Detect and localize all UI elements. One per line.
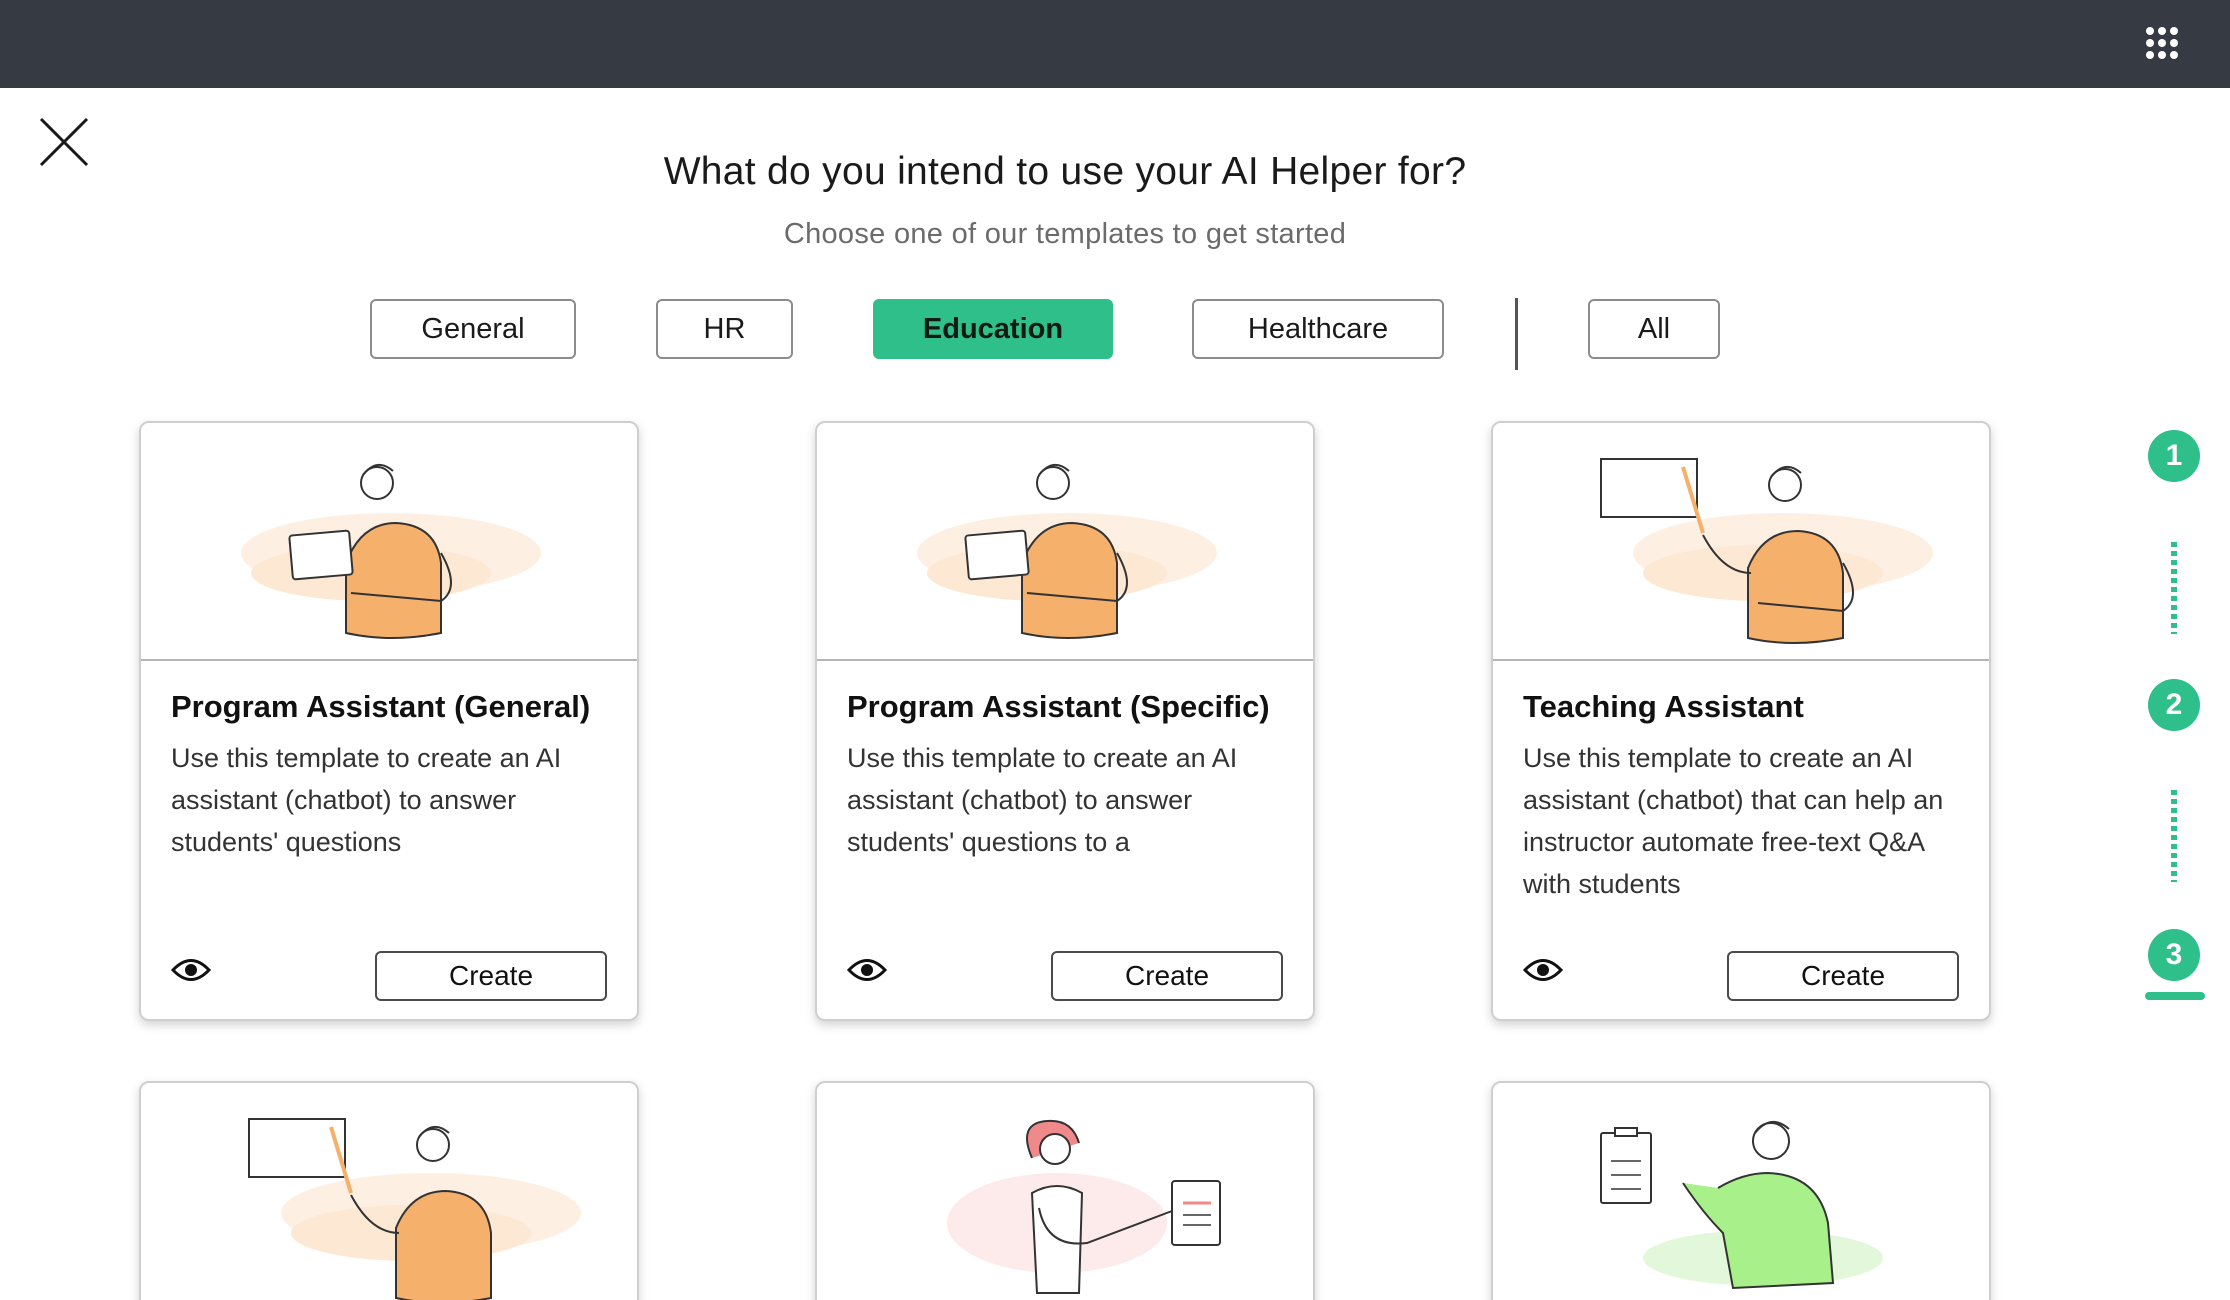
filter-general[interactable]: General (370, 299, 576, 359)
template-card-program-assistant-specific[interactable]: Program Assistant (Specific) Use this te… (815, 421, 1315, 1021)
step-connector (2171, 542, 2177, 634)
template-card-row2-1[interactable] (139, 1081, 639, 1300)
card-description: Use this template to create an AI assist… (1523, 743, 1944, 899)
card-illustration (817, 1083, 1313, 1300)
filter-all[interactable]: All (1588, 299, 1720, 359)
template-card-row2-2[interactable] (815, 1081, 1315, 1300)
card-illustration (141, 423, 637, 661)
card-illustration (817, 423, 1313, 661)
top-bar (0, 0, 2230, 88)
apps-grid-icon[interactable] (2146, 27, 2178, 59)
step-3[interactable]: 3 (2148, 929, 2200, 981)
eye-icon[interactable] (170, 955, 212, 985)
card-title: Program Assistant (Specific) (847, 689, 1270, 724)
card-illustration (1493, 423, 1989, 661)
filter-divider (1515, 298, 1518, 370)
eye-icon[interactable] (1522, 955, 1564, 985)
card-illustration (1493, 1083, 1989, 1300)
page-subtitle: Choose one of our templates to get start… (783, 218, 1347, 250)
template-card-program-assistant-general[interactable]: Program Assistant (General) Use this tem… (139, 421, 639, 1021)
create-button[interactable]: Create (1051, 951, 1283, 1001)
card-description: Use this template to create an AI assist… (847, 743, 1238, 857)
card-illustration (141, 1083, 637, 1300)
page-title: What do you intend to use your AI Helper… (663, 150, 1467, 193)
active-step-indicator (2145, 992, 2205, 1000)
filter-education[interactable]: Education (873, 299, 1113, 359)
template-card-teaching-assistant[interactable]: Teaching Assistant Use this template to … (1491, 421, 1991, 1021)
card-description: Use this template to create an AI assist… (171, 743, 562, 857)
filter-hr[interactable]: HR (656, 299, 793, 359)
create-button[interactable]: Create (1727, 951, 1959, 1001)
template-card-row2-3[interactable] (1491, 1081, 1991, 1300)
card-title: Program Assistant (General) (171, 689, 591, 724)
create-button[interactable]: Create (375, 951, 607, 1001)
filter-healthcare[interactable]: Healthcare (1192, 299, 1444, 359)
step-connector (2171, 790, 2177, 882)
step-1[interactable]: 1 (2148, 430, 2200, 482)
step-2[interactable]: 2 (2148, 679, 2200, 731)
card-title: Teaching Assistant (1523, 689, 1804, 724)
eye-icon[interactable] (846, 955, 888, 985)
